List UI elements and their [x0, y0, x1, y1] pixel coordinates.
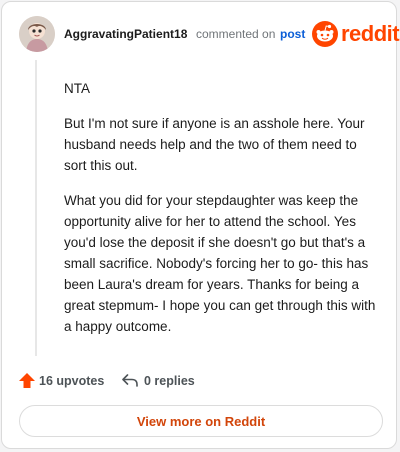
comment-body: NTA But I'm not sure if anyone is an ass…	[64, 78, 376, 351]
upvote-arrow-icon[interactable]	[18, 372, 36, 389]
comment-paragraph: NTA	[64, 81, 90, 96]
upvote-count[interactable]: 16 upvotes	[39, 374, 104, 388]
reddit-wordmark[interactable]: reddit	[341, 21, 400, 47]
comment-username[interactable]: AggravatingPatient18	[64, 27, 187, 41]
view-more-button[interactable]: View more on Reddit	[19, 405, 383, 437]
avatar-icon	[19, 16, 55, 52]
thread-line	[35, 60, 37, 356]
reply-count[interactable]: 0 replies	[144, 374, 195, 388]
reddit-logo-icon[interactable]	[312, 21, 338, 47]
comment-paragraph: But I'm not sure if anyone is an asshole…	[64, 116, 365, 173]
avatar[interactable]	[19, 16, 55, 52]
reddit-comment-card: AggravatingPatient18 commented on post r…	[1, 1, 400, 449]
reply-arrow-icon[interactable]	[121, 372, 139, 388]
commented-on-text: commented on	[196, 27, 276, 41]
post-link[interactable]: post	[280, 27, 305, 41]
comment-paragraph: What you did for your stepdaughter was k…	[64, 193, 376, 334]
